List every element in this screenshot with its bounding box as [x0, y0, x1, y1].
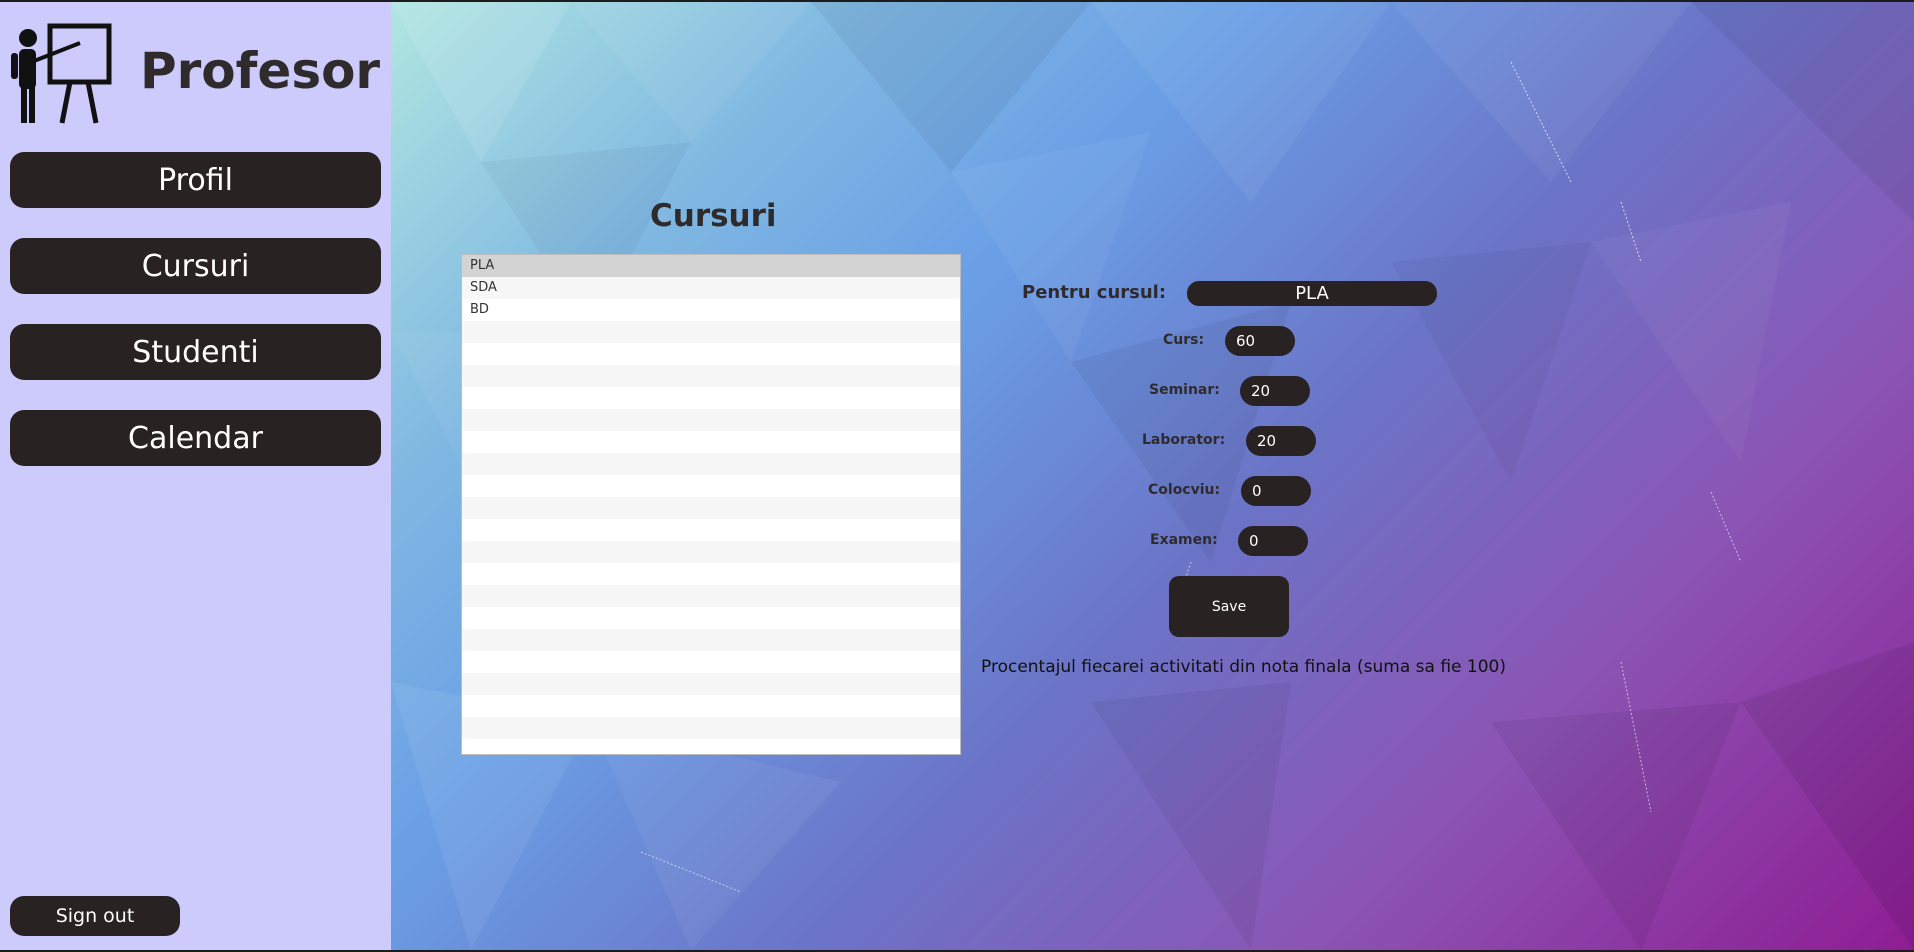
nav-studenti-button[interactable]: Studenti [10, 324, 381, 380]
course-list[interactable]: PLA SDA BD [461, 254, 961, 755]
app-title: Profesor [140, 42, 381, 100]
save-button[interactable]: Save [1169, 576, 1289, 637]
colocviu-label: Colocviu: [1148, 482, 1221, 498]
laborator-input[interactable]: 20 [1246, 426, 1316, 456]
list-item[interactable] [462, 563, 960, 585]
seminar-label: Seminar: [1149, 382, 1220, 398]
list-item[interactable] [462, 607, 960, 629]
list-item[interactable] [462, 629, 960, 651]
colocviu-input[interactable]: 0 [1241, 476, 1311, 506]
list-item[interactable] [462, 409, 960, 431]
list-item[interactable]: SDA [462, 277, 960, 299]
list-item[interactable] [462, 387, 960, 409]
app-window: Profesor Profil Cursuri Studenti Calenda… [0, 2, 1914, 950]
list-item[interactable] [462, 717, 960, 739]
list-item[interactable] [462, 453, 960, 475]
sign-out-button[interactable]: Sign out [10, 896, 180, 936]
list-item[interactable] [462, 431, 960, 453]
list-item[interactable] [462, 321, 960, 343]
teacher-board-icon [11, 23, 112, 124]
list-item[interactable] [462, 541, 960, 563]
list-item[interactable] [462, 475, 960, 497]
list-item[interactable]: PLA [462, 255, 960, 277]
nav-profil-button[interactable]: Profil [10, 152, 381, 208]
seminar-input[interactable]: 20 [1240, 376, 1310, 406]
list-item[interactable] [462, 739, 960, 754]
examen-label: Examen: [1150, 532, 1218, 548]
nav-cursuri-button[interactable]: Cursuri [10, 238, 381, 294]
list-item[interactable] [462, 651, 960, 673]
curs-input[interactable]: 60 [1225, 326, 1295, 356]
nav-calendar-button[interactable]: Calendar [10, 410, 381, 466]
examen-input[interactable]: 0 [1238, 526, 1308, 556]
list-item[interactable] [462, 519, 960, 541]
list-item[interactable] [462, 343, 960, 365]
list-item[interactable] [462, 585, 960, 607]
list-item[interactable] [462, 497, 960, 519]
list-item[interactable]: BD [462, 299, 960, 321]
hint-text: Procentajul fiecarei activitati din nota… [981, 657, 1506, 677]
course-label: Pentru cursul: [1022, 282, 1167, 303]
list-item[interactable] [462, 365, 960, 387]
sidebar: Profesor Profil Cursuri Studenti Calenda… [0, 2, 391, 950]
selected-course-field: PLA [1187, 281, 1437, 306]
list-item[interactable] [462, 695, 960, 717]
laborator-label: Laborator: [1142, 432, 1226, 448]
page-title: Cursuri [650, 198, 777, 234]
curs-label: Curs: [1163, 332, 1205, 348]
list-item[interactable] [462, 673, 960, 695]
